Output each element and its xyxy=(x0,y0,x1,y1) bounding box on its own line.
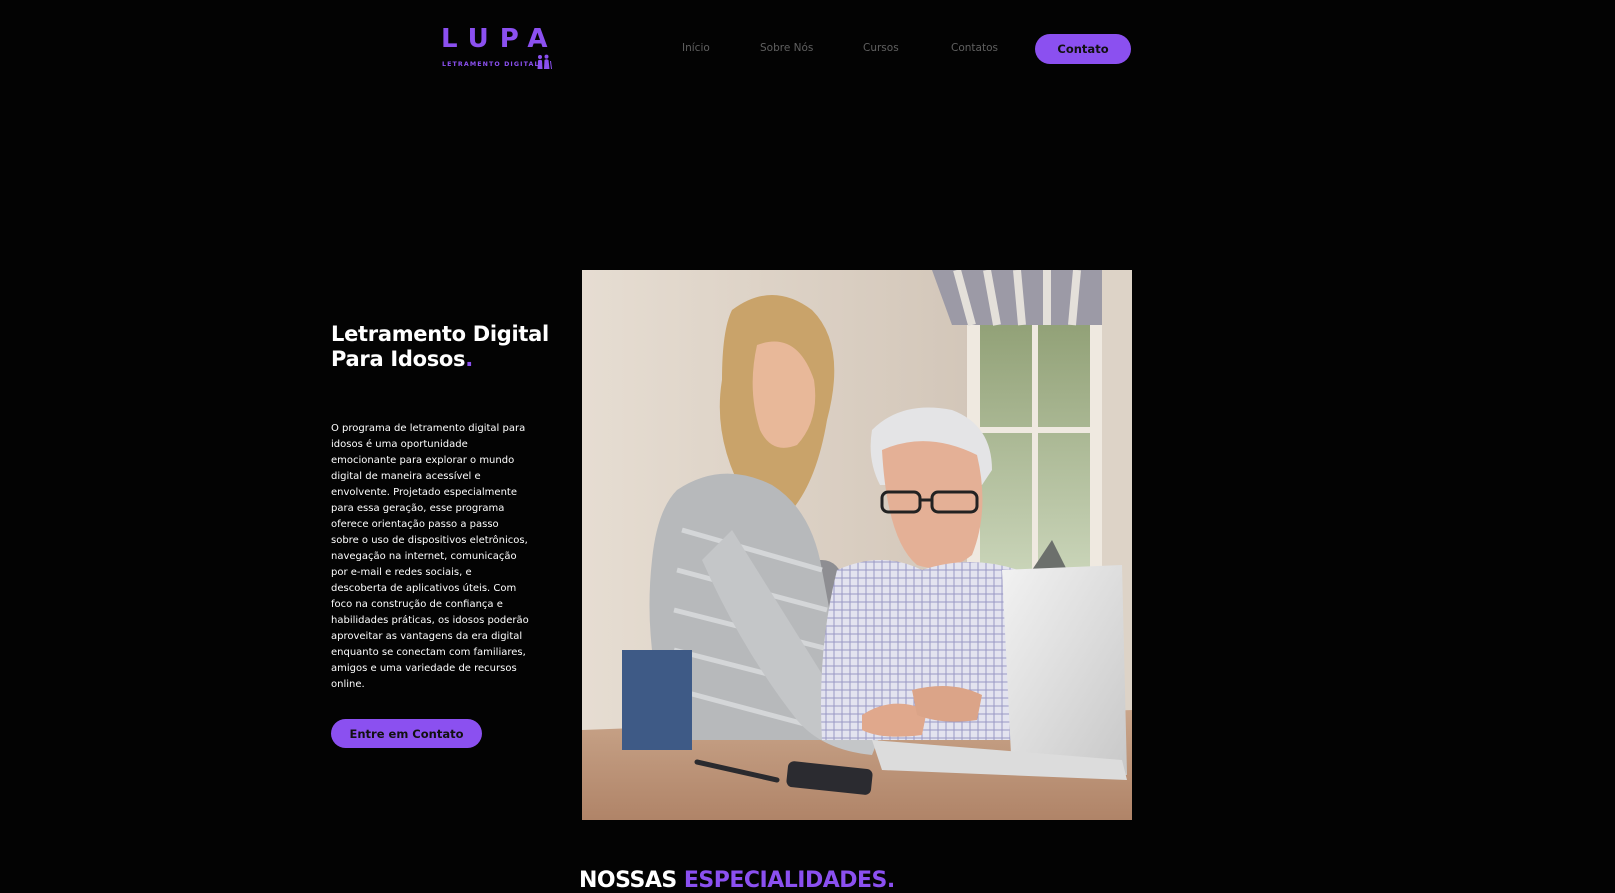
nav-link-cursos[interactable]: Cursos xyxy=(863,38,899,58)
hero-title-text: Letramento Digital Para Idosos xyxy=(331,322,549,371)
photo-woman-helping-elderly-man-with-laptop xyxy=(582,270,1132,820)
nav-link-inicio[interactable]: Início xyxy=(682,38,710,58)
nav-link-sobre-nos[interactable]: Sobre Nós xyxy=(760,38,813,58)
specialties-title-white: NOSSAS xyxy=(579,868,677,893)
contact-cta-button[interactable]: Entre em Contato xyxy=(331,719,482,748)
specialties-title-accent: ESPECIALIDADES. xyxy=(683,868,895,893)
hero-description: O programa de letramento digital para id… xyxy=(331,423,529,690)
landing-page: LUPA LETRAMENTO DIGITAL Início Sobre Nós… xyxy=(0,0,1615,893)
nav-contact-button[interactable]: Contato xyxy=(1035,34,1131,64)
nav-link-contatos[interactable]: Contatos xyxy=(951,38,998,58)
hero-title-dot: . xyxy=(465,347,473,371)
specialties-title: NOSSAS ESPECIALIDADES. xyxy=(579,867,895,893)
hero-title: Letramento Digital Para Idosos. xyxy=(331,322,551,372)
brand-tagline: LETRAMENTO DIGITAL xyxy=(442,61,540,68)
brand-logo[interactable]: LUPA LETRAMENTO DIGITAL xyxy=(441,24,553,72)
elderly-couple-icon xyxy=(537,54,552,69)
brand-name: LUPA xyxy=(441,24,559,54)
hero-photo xyxy=(582,270,1132,820)
